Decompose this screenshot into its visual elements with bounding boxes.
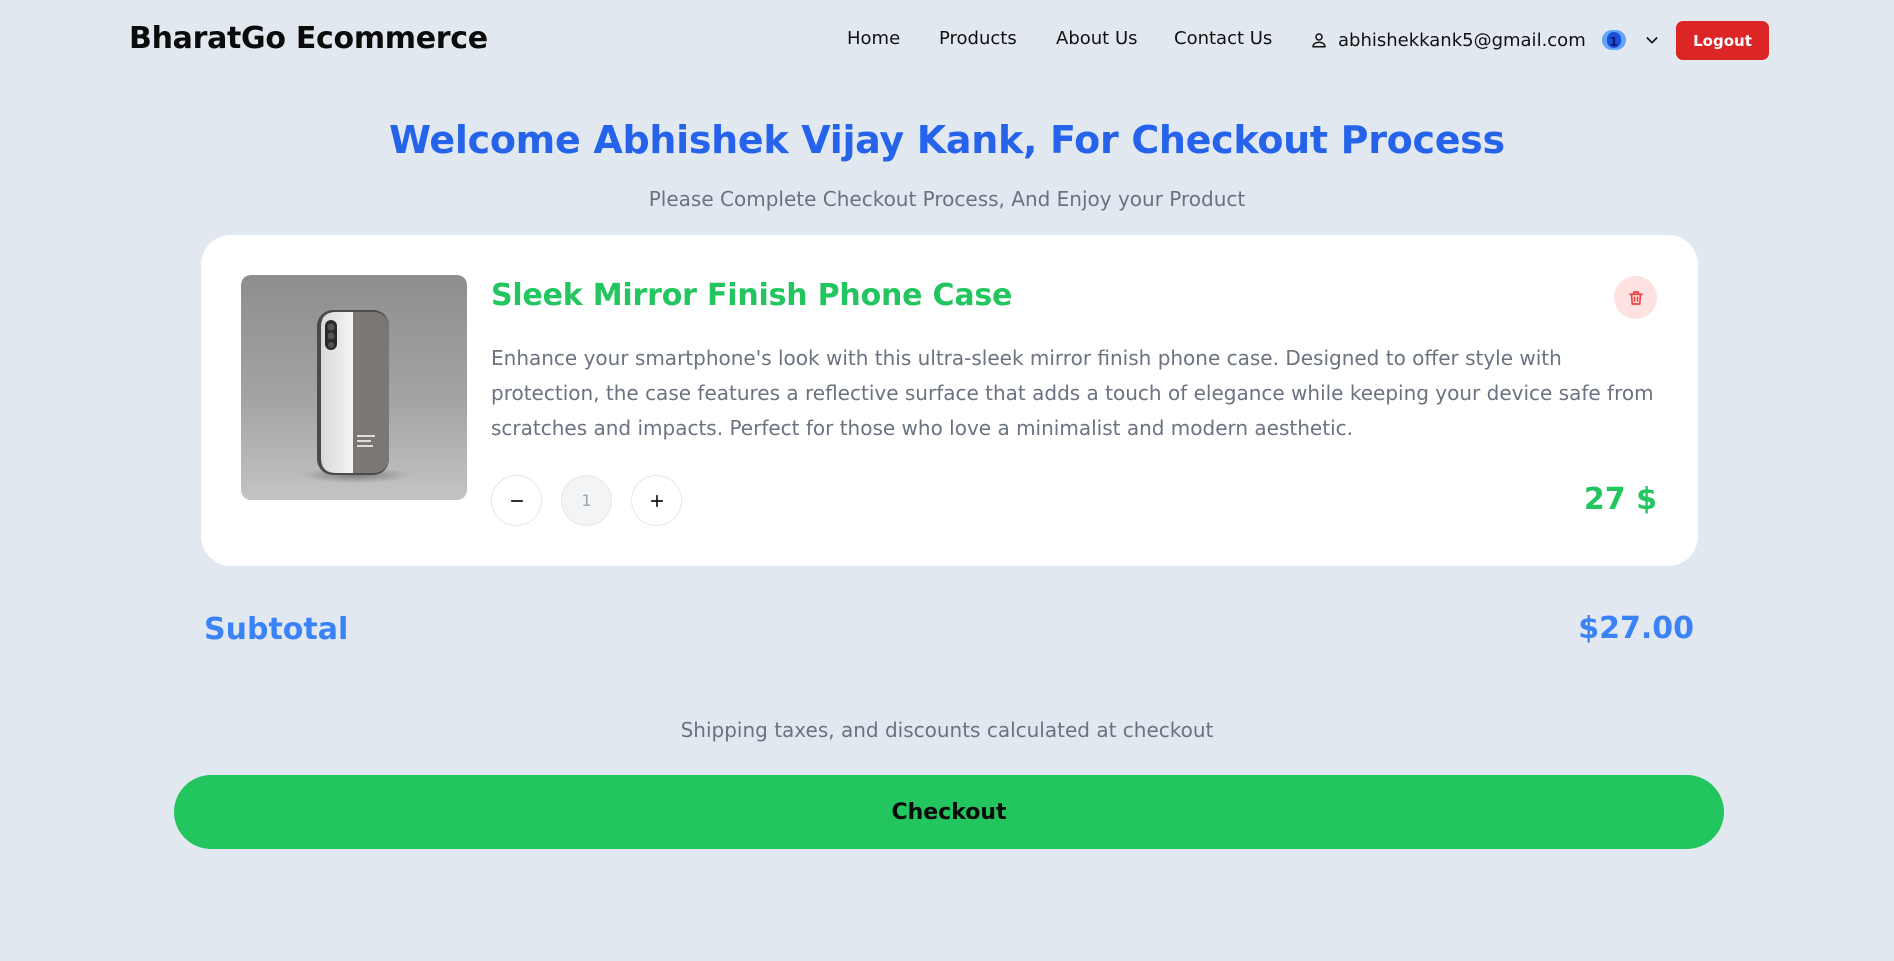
nav-products[interactable]: Products xyxy=(939,28,1017,49)
page-subtitle: Please Complete Checkout Process, And En… xyxy=(648,187,1246,211)
decrease-quantity-button[interactable] xyxy=(491,475,542,526)
page-title: Welcome Abhishek Vijay Kank, For Checkou… xyxy=(389,118,1505,162)
nav-contact-us[interactable]: Contact Us xyxy=(1174,28,1272,49)
remove-item-button[interactable] xyxy=(1614,276,1657,319)
user-icon xyxy=(1312,33,1326,48)
increase-quantity-button[interactable] xyxy=(631,475,682,526)
nav-about-us[interactable]: About Us xyxy=(1056,28,1138,49)
item-price: 27 $ xyxy=(1583,482,1657,517)
brand-logo[interactable]: BharatGo Ecommerce xyxy=(129,21,488,56)
cart-item-card: Sleek Mirror Finish Phone Case Enhance y… xyxy=(201,235,1698,566)
quantity-input[interactable] xyxy=(561,475,612,526)
cart-count: 1 xyxy=(1606,32,1621,49)
cart-count-badge[interactable]: 1 xyxy=(1601,30,1626,50)
subtotal-label: Subtotal xyxy=(204,612,349,647)
phone-case-illustration xyxy=(241,275,467,500)
top-navbar: BharatGo Ecommerce Home Products About U… xyxy=(0,0,1894,80)
product-image xyxy=(241,275,467,500)
user-email: abhishekkank5@gmail.com xyxy=(1338,29,1586,51)
chevron-down-icon[interactable] xyxy=(1644,32,1660,48)
minus-icon xyxy=(510,499,523,502)
shipping-note: Shipping taxes, and discounts calculated… xyxy=(680,718,1214,742)
checkout-button[interactable]: Checkout xyxy=(174,775,1724,849)
product-description: Enhance your smartphone's look with this… xyxy=(491,346,1654,440)
user-menu[interactable]: abhishekkank5@gmail.com 1 xyxy=(1310,26,1660,54)
product-title[interactable]: Sleek Mirror Finish Phone Case xyxy=(491,278,1012,313)
plus-icon xyxy=(650,494,663,507)
subtotal-value: $27.00 xyxy=(1578,611,1694,646)
nav-home[interactable]: Home xyxy=(847,28,900,49)
trash-icon xyxy=(1628,290,1643,305)
logout-button[interactable]: Logout xyxy=(1676,21,1769,60)
